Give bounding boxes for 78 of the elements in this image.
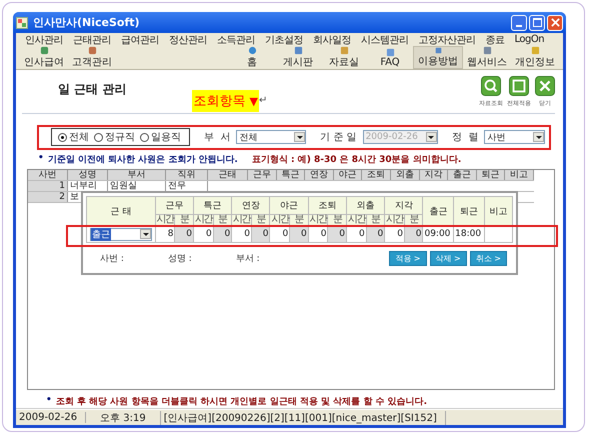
window-title: 인사만사(NiceSoft) — [33, 15, 140, 30]
page-title: 일 근태 관리 — [58, 81, 126, 98]
column-header: 외출 — [346, 196, 385, 214]
radio-option[interactable]: 정규직 — [94, 130, 135, 144]
menu-item[interactable]: 고정자산관리 — [414, 32, 480, 46]
column-header: 연장 — [232, 196, 270, 214]
column-header: 비고 — [505, 170, 534, 180]
column-header: 근무 — [248, 170, 277, 180]
time-field[interactable]: 09:00 — [422, 226, 454, 242]
column-header: 조퇴 — [362, 170, 391, 180]
column-header: 성명 — [68, 170, 108, 180]
department-dropdown[interactable]: 전체 — [236, 130, 306, 144]
toolbar-button[interactable]: 개인정보 — [511, 46, 559, 69]
notice-text: 기준일 이전에 퇴사한 사원은 조회가 안됩니다. — [48, 154, 238, 166]
field-label: 정 렬 — [452, 131, 478, 144]
status-field: 2009-02-26 — [16, 412, 86, 423]
format-note: 표기형식 : 예) 8-30 은 8시간 30분을 의미합니다. — [252, 154, 462, 166]
toolbar-button[interactable]: 인사급여 — [20, 46, 68, 69]
hour-field[interactable]: 0 — [193, 226, 214, 242]
column-header: 특근 — [193, 196, 232, 214]
column-header: 야근 — [270, 196, 308, 214]
column-header: 특근 — [276, 170, 306, 180]
toolbar-button[interactable]: 자료실 — [321, 46, 367, 69]
field-label: 기 준 일 — [320, 131, 357, 144]
menu-item[interactable]: LogOn — [510, 34, 550, 45]
column-header: 근 태 — [86, 196, 156, 226]
row-number: 2 — [28, 192, 68, 202]
column-header: 출근 — [448, 170, 477, 180]
column-header: 야근 — [334, 170, 362, 180]
hour-field[interactable]: 0 — [232, 226, 252, 242]
column-header: 지각 — [384, 196, 423, 214]
menu-item[interactable]: 시스템관리 — [356, 32, 414, 46]
field-label: 부 서 — [204, 131, 230, 144]
column-header: 부서 — [108, 170, 166, 180]
notice-text: 조회 후 해당 사원 항목을 더블클릭 하시면 개인별로 일근태 적용 및 삭제를 할 수 있습니다. — [56, 396, 428, 408]
info-label: 사번 : — [100, 252, 124, 265]
menu-item[interactable]: 소득관리 — [212, 32, 260, 46]
column-header: 근무 — [155, 196, 194, 214]
menu-item[interactable]: 기초설정 — [260, 32, 308, 46]
menu-item[interactable]: 정산관리 — [164, 32, 212, 46]
bullet: • — [38, 152, 44, 165]
row-number: 1 — [28, 180, 68, 191]
column-header: 출근 — [422, 196, 454, 226]
menu-item[interactable]: 급여관리 — [116, 32, 164, 46]
return-mark: ↵ — [258, 95, 268, 106]
menu-item[interactable]: 인사관리 — [20, 32, 68, 46]
status-field: [인사급여][20090226][2][11][001][nice_master][SI152] — [160, 410, 446, 424]
hour-field[interactable]: 0 — [346, 226, 366, 242]
menu-item[interactable]: 회사일정 — [308, 32, 356, 46]
menu-item[interactable]: 종료 — [480, 32, 510, 46]
toolbar-button[interactable]: 이용방법 — [413, 46, 463, 69]
column-header: 외출 — [390, 170, 420, 180]
sort-dropdown[interactable]: 사번 — [484, 130, 545, 144]
column-header: 직위 — [166, 170, 208, 180]
column-header: 비고 — [484, 196, 512, 226]
column-header: 지각 — [420, 170, 448, 180]
radio-option[interactable]: 전체 — [58, 130, 89, 144]
toolbar-button[interactable]: 고객관리 — [68, 46, 116, 69]
column-header: 퇴근 — [476, 170, 506, 180]
status-field: 오후 3:19 — [86, 410, 161, 424]
annotation-label: 조회항목 ▼ — [192, 90, 259, 112]
column-header: 조퇴 — [308, 196, 346, 214]
toolbar-button[interactable]: 웹서비스 — [463, 46, 511, 69]
info-label: 부서 : — [236, 252, 260, 265]
toolbar-button[interactable]: FAQ — [367, 46, 413, 69]
bullet: • — [46, 395, 52, 407]
info-label: 성명 : — [168, 252, 192, 265]
radio-option[interactable]: 일용직 — [140, 130, 181, 144]
hour-field[interactable]: 0 — [384, 226, 404, 242]
column-header: 퇴근 — [454, 196, 484, 226]
column-header: 연장 — [305, 170, 334, 180]
status-dropdown[interactable]: 출근 — [90, 228, 152, 241]
time-field[interactable]: 18:00 — [454, 226, 484, 242]
toolbar-button[interactable]: 게시판 — [275, 46, 321, 69]
column-header: 근태 — [208, 170, 248, 180]
menu-item[interactable]: 근태관리 — [68, 32, 116, 46]
column-header: 사번 — [28, 170, 68, 180]
toolbar-button[interactable]: 홈 — [229, 46, 275, 69]
